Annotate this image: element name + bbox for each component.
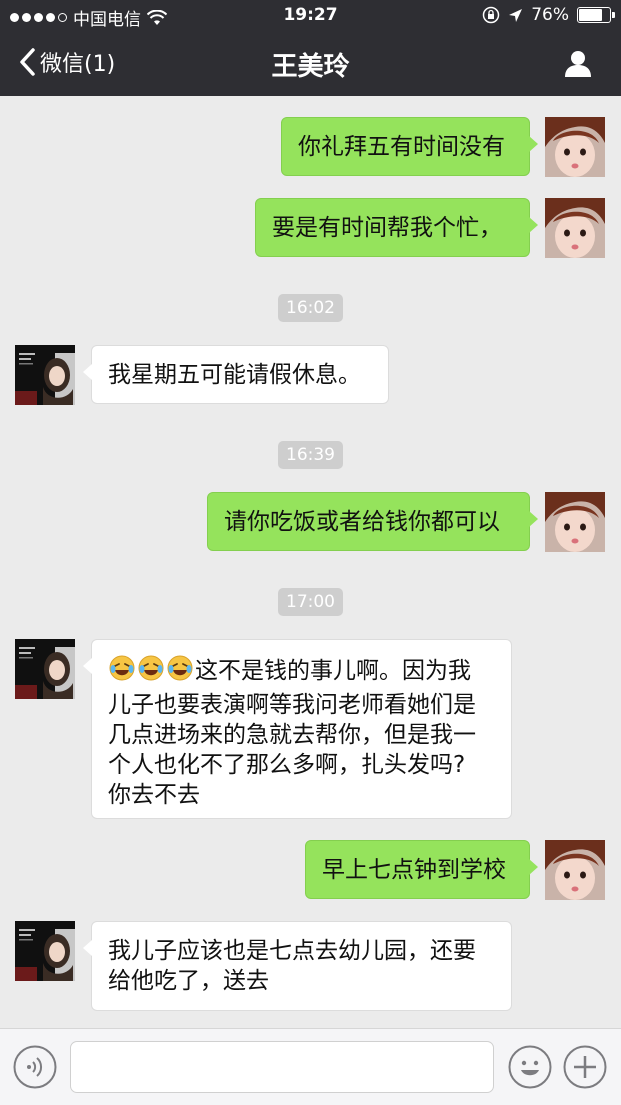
message-text: 要是有时间帮我个忙，: [272, 215, 502, 241]
sent-bubble[interactable]: 早上七点钟到学校: [305, 840, 538, 899]
battery-percent: 76%: [531, 5, 569, 25]
message-line: 我儿子应该也是七点去幼儿园，还要: [108, 938, 476, 964]
received-bubble[interactable]: 我星期五可能请假休息。: [83, 345, 389, 404]
face-with-tears-of-joy-icon: [108, 654, 136, 690]
received-bubble[interactable]: 我儿子应该也是七点去幼儿园，还要 给他吃了，送去: [83, 921, 512, 1011]
sent-bubble[interactable]: 你礼拜五有时间没有: [281, 117, 538, 176]
message-text: 请你吃饭或者给钱你都可以: [224, 509, 500, 535]
sent-bubble[interactable]: 请你吃饭或者给钱你都可以: [207, 492, 538, 551]
avatar[interactable]: [15, 639, 75, 699]
message-line: 给他吃了，送去: [108, 968, 269, 994]
face-with-tears-of-joy-icon: [137, 654, 165, 690]
timestamp: 16:39: [0, 441, 621, 469]
avatar[interactable]: [545, 492, 605, 552]
message-text: 早上七点钟到学校: [322, 857, 506, 883]
message-text: 你礼拜五有时间没有: [298, 134, 505, 160]
message-input[interactable]: [70, 1041, 494, 1093]
sent-bubble[interactable]: 要是有时间帮我个忙，: [255, 198, 538, 257]
avatar[interactable]: [545, 198, 605, 258]
person-icon[interactable]: [563, 48, 593, 78]
location-arrow-icon: [509, 8, 523, 22]
avatar[interactable]: [15, 921, 75, 981]
timestamp: 17:00: [0, 588, 621, 616]
received-bubble[interactable]: 这不是钱的事儿啊。因为我 儿子也要表演啊等我问老师看她们是 几点进场来的急就去帮…: [83, 639, 512, 819]
timestamp: 16:02: [0, 294, 621, 322]
battery-icon: [577, 7, 615, 23]
avatar[interactable]: [545, 840, 605, 900]
chat-title: 王美玲: [271, 52, 350, 82]
input-toolbar: [0, 1028, 621, 1105]
status-bar: 中国电信 19:27 76%: [0, 0, 621, 32]
message-text: 我星期五可能请假休息。: [108, 362, 361, 388]
smiley-icon[interactable]: [508, 1045, 552, 1089]
message-line: 儿子也要表演啊等我问老师看她们是: [108, 692, 476, 718]
message-line: 你去不去: [108, 782, 200, 808]
nav-bar: 微信(1) 王美玲: [0, 32, 621, 96]
top-bar: 中国电信 19:27 76% 微信(1) 王美玲: [0, 0, 621, 96]
avatar[interactable]: [15, 345, 75, 405]
avatar[interactable]: [545, 117, 605, 177]
message-line: 几点进场来的急就去帮你，但是我一: [108, 722, 476, 748]
plus-icon[interactable]: [563, 1045, 607, 1089]
orientation-lock-icon: [482, 6, 500, 24]
message-line: 这不是钱的事儿啊。因为我: [108, 654, 495, 690]
face-with-tears-of-joy-icon: [166, 654, 194, 690]
message-line: 个人也化不了那么多啊，扎头发吗?: [108, 752, 466, 778]
voice-icon[interactable]: [13, 1045, 57, 1089]
